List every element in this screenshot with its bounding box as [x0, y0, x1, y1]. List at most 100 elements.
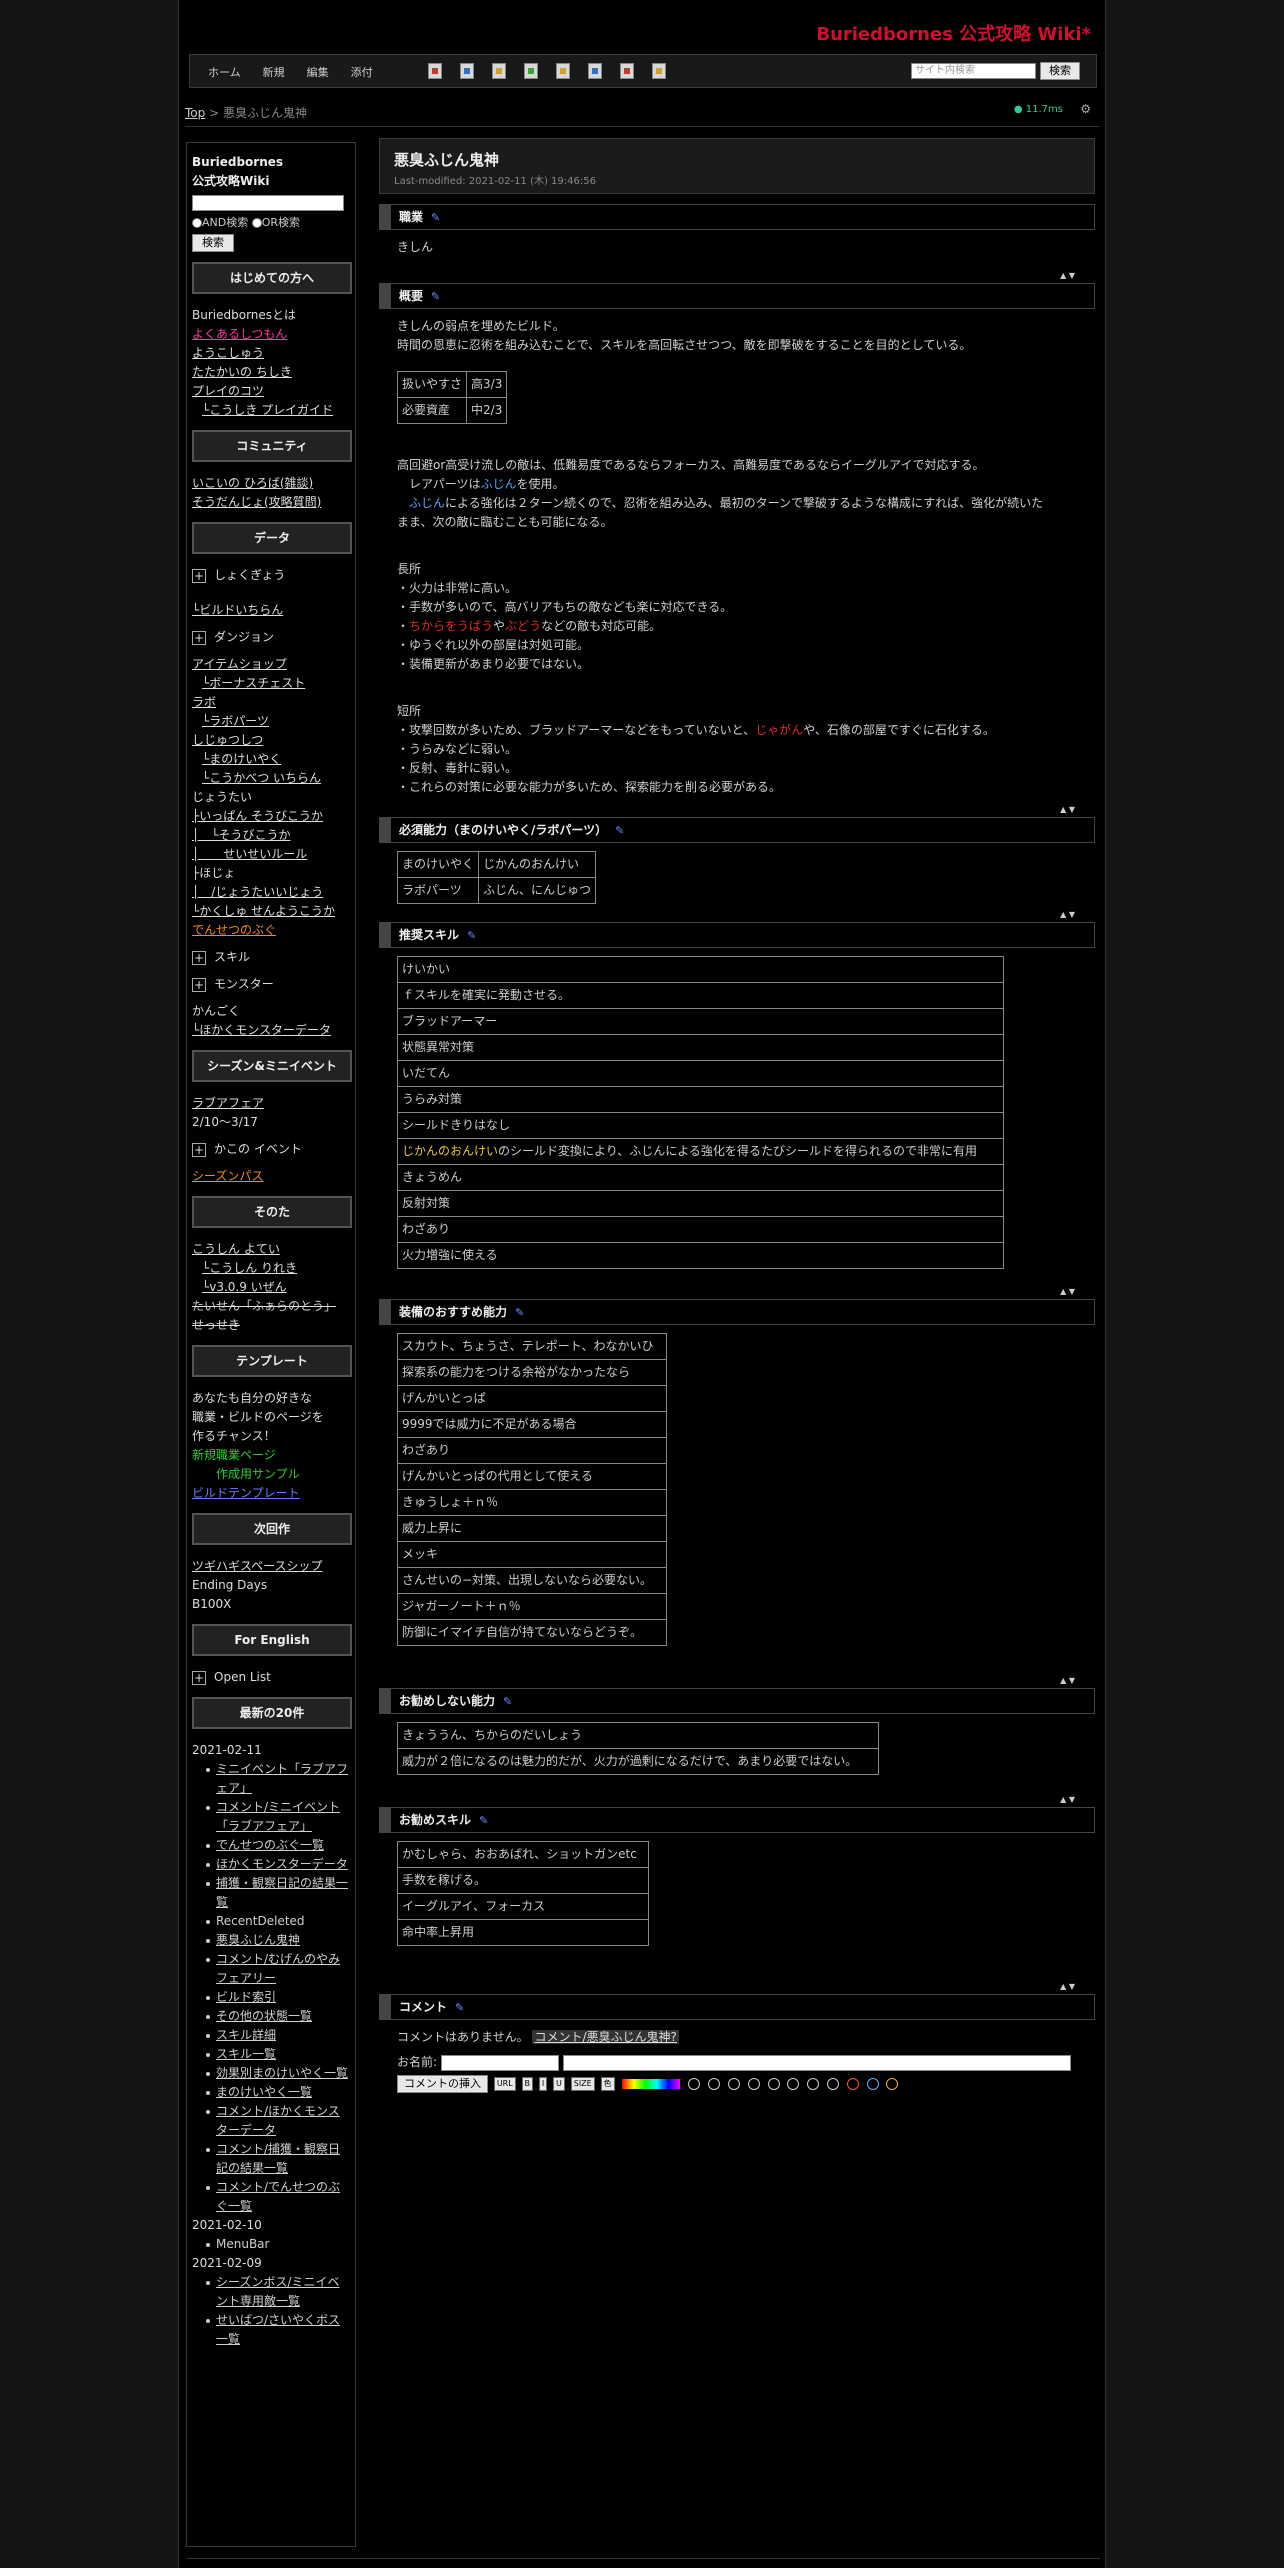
- list-item[interactable]: コメント/でんせつのぶぐ一覧: [192, 2178, 350, 2216]
- toggle-past-events[interactable]: + かこの イベント: [192, 1140, 350, 1159]
- link-special-effects[interactable]: └かくしゅ せんようこうか: [192, 902, 350, 921]
- edit-pencil-icon[interactable]: ✎: [467, 924, 476, 948]
- bold-button[interactable]: B: [521, 2076, 534, 2091]
- list-item[interactable]: シーズンボス/ミニイベント専用敵一覧: [192, 2273, 350, 2311]
- sidebar-search-input[interactable]: [192, 195, 344, 211]
- list-item[interactable]: でんせつのぶぐ一覧: [192, 1836, 350, 1855]
- comment-input[interactable]: [562, 2054, 1071, 2071]
- link-update-history[interactable]: └こうしん りれき: [192, 1259, 350, 1278]
- link-faq[interactable]: よくあるしつもん: [192, 325, 350, 344]
- upload-icon[interactable]: [524, 63, 538, 79]
- link-about[interactable]: Buriedbornesとは: [192, 306, 350, 325]
- diff-icon[interactable]: [460, 63, 474, 79]
- list-item[interactable]: MenuBar: [192, 2235, 350, 2254]
- list-item[interactable]: コメント/ミニイベント「ラブアフェア」: [192, 1798, 350, 1836]
- link-fujin[interactable]: ふじん: [481, 477, 517, 491]
- page-top-arrows[interactable]: ▲ ▼: [379, 1793, 1095, 1807]
- list-item[interactable]: まのけいやく一覧: [192, 2083, 350, 2102]
- nav-new[interactable]: 新規: [263, 64, 285, 80]
- wink-icon[interactable]: [767, 2077, 780, 2090]
- gear-icon[interactable]: ⚙: [1080, 102, 1091, 116]
- list-item[interactable]: スキル詳細: [192, 2026, 350, 2045]
- italic-button[interactable]: I: [538, 2076, 548, 2091]
- link-design[interactable]: せっせき: [192, 1316, 350, 1335]
- link-gen-rules[interactable]: │ せいせいルール: [192, 845, 350, 864]
- insert-comment-button[interactable]: コメントの挿入: [397, 2074, 488, 2093]
- heart-icon[interactable]: [846, 2077, 859, 2090]
- list-item[interactable]: スキル一覧: [192, 2045, 350, 2064]
- edit-pencil-icon[interactable]: ✎: [615, 819, 624, 843]
- list-item[interactable]: コメント/ほかくモンスターデータ: [192, 2102, 350, 2140]
- link-update-plan[interactable]: こうしん よてい: [192, 1240, 350, 1259]
- link-season-pass[interactable]: シーズンパス: [192, 1167, 350, 1186]
- link-old-versions[interactable]: └v3.0.9 いぜん: [192, 1278, 350, 1297]
- page-list-icon[interactable]: [428, 63, 442, 79]
- sad-icon[interactable]: [787, 2077, 800, 2090]
- link-equip-effects[interactable]: │ └そうびこうか: [192, 826, 350, 845]
- link-general-equip[interactable]: ├いっぱん そうびこうか: [192, 807, 350, 826]
- page-top-arrows[interactable]: ▲ ▼: [379, 803, 1095, 817]
- url-button[interactable]: URL: [493, 2076, 516, 2091]
- list-item[interactable]: ミニイベント「ラブアフェア」: [192, 1760, 350, 1798]
- help-icon[interactable]: [652, 63, 666, 79]
- link-pacts[interactable]: └まのけいやく: [192, 750, 350, 769]
- list-item[interactable]: コメント/捕獲・観察日記の結果一覧: [192, 2140, 350, 2178]
- list-item[interactable]: コメント/むげんのやみフェアリー: [192, 1950, 350, 1988]
- link-effects[interactable]: └こうかべつ いちらん: [192, 769, 350, 788]
- site-title[interactable]: Buriedbornes 公式攻略 Wiki*: [816, 20, 1091, 46]
- toggle-skills[interactable]: + スキル: [192, 948, 350, 967]
- worried-icon[interactable]: [807, 2077, 820, 2090]
- name-input[interactable]: [440, 2054, 559, 2071]
- link-ailments[interactable]: │ /じょうたいいじょう: [192, 883, 350, 902]
- page-top-arrows[interactable]: ▲ ▼: [379, 269, 1095, 283]
- link-glossary[interactable]: ようこしゅう: [192, 344, 350, 363]
- site-search-input[interactable]: サイト内検索: [911, 63, 1036, 79]
- page-top-arrows[interactable]: ▲ ▼: [379, 1285, 1095, 1299]
- link-new-job-page[interactable]: 新規職業ページ: [192, 1446, 350, 1465]
- link-jikan-onkei[interactable]: じかんのおんけい: [402, 1144, 498, 1158]
- color-button[interactable]: 色: [600, 2076, 615, 2091]
- list-item[interactable]: せいばつ/さいやくボス一覧: [192, 2311, 350, 2349]
- edit-pencil-icon[interactable]: ✎: [431, 285, 440, 309]
- sidebar-search-button[interactable]: 検索: [192, 234, 234, 252]
- link-love-affair[interactable]: ラブアフェア: [192, 1094, 350, 1113]
- link-lab[interactable]: ラボ: [192, 693, 350, 712]
- edit-pencil-icon[interactable]: ✎: [455, 1996, 464, 2020]
- page-top-arrows[interactable]: ▲ ▼: [379, 1980, 1095, 1994]
- link-next-3[interactable]: B100X: [192, 1595, 350, 1614]
- nav-home[interactable]: ホーム: [208, 64, 241, 80]
- rename-icon[interactable]: [556, 63, 570, 79]
- bigsmile-icon[interactable]: [708, 2077, 721, 2090]
- list-item[interactable]: ほかくモンスターデータ: [192, 1855, 350, 1874]
- link-build-template[interactable]: ビルドテンプレート: [192, 1484, 350, 1503]
- bulb-icon[interactable]: [886, 2077, 899, 2090]
- backup-icon[interactable]: [492, 63, 506, 79]
- page-top-arrows[interactable]: ▲ ▼: [379, 1674, 1095, 1688]
- sidebar-brand-1[interactable]: Buriedbornes: [192, 153, 350, 172]
- toggle-jobs[interactable]: + しょくぎょう: [192, 566, 350, 585]
- link-item-shop[interactable]: アイテムショップ: [192, 655, 350, 674]
- list-item[interactable]: RecentDeleted: [192, 1912, 350, 1931]
- link-lab-parts[interactable]: └ラボパーツ: [192, 712, 350, 731]
- page-title[interactable]: 悪臭ふじん鬼神: [394, 151, 1080, 170]
- list-item[interactable]: 悪臭ふじん鬼神: [192, 1931, 350, 1950]
- edit-pencil-icon[interactable]: ✎: [503, 1690, 512, 1714]
- link-questions[interactable]: そうだんじょ(攻略質問): [192, 493, 350, 512]
- link-jagan[interactable]: じゃがん: [755, 723, 803, 737]
- link-support[interactable]: ├ほじょ: [192, 864, 350, 883]
- link-official-guide[interactable]: └こうしき プレイガイド: [192, 401, 350, 420]
- link-next-1[interactable]: ツギハギスペースシップ: [192, 1557, 350, 1576]
- toggle-english[interactable]: + Open List: [192, 1668, 350, 1687]
- link-play-tips[interactable]: プレイのコツ: [192, 382, 350, 401]
- link-steal-power[interactable]: ちからをうばう: [409, 619, 493, 633]
- copy-icon[interactable]: [588, 63, 602, 79]
- link-next-2[interactable]: Ending Days: [192, 1576, 350, 1595]
- and-radio[interactable]: [192, 218, 202, 228]
- edit-pencil-icon[interactable]: ✎: [431, 206, 440, 230]
- size-button[interactable]: SIZE: [570, 2076, 595, 2091]
- list-item[interactable]: 捕獲・観察日記の結果一覧: [192, 1874, 350, 1912]
- smile-icon[interactable]: [688, 2077, 701, 2090]
- list-item[interactable]: 効果別まのけいやく一覧: [192, 2064, 350, 2083]
- site-search-button[interactable]: 検索: [1040, 62, 1080, 80]
- recent-icon[interactable]: [620, 63, 634, 79]
